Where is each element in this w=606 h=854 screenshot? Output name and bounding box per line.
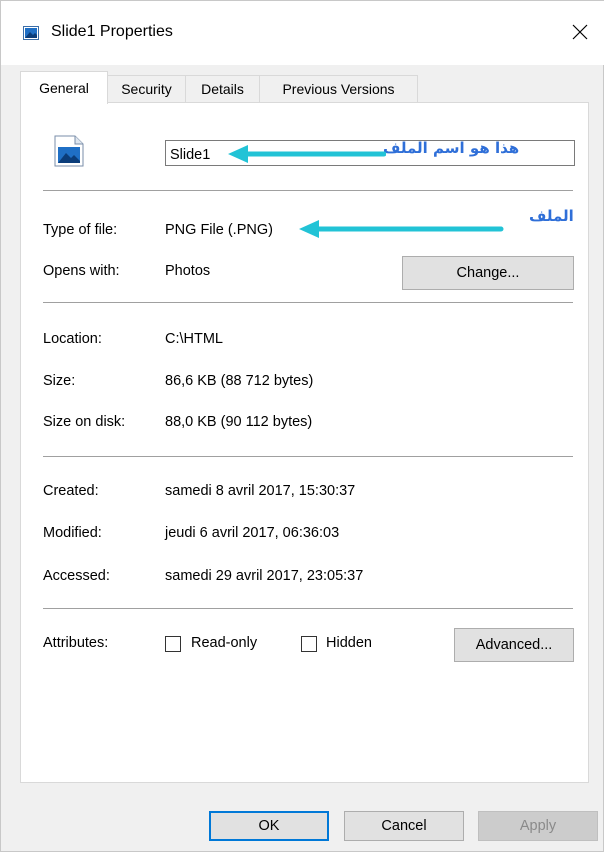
name-annotation: هذا هو اسم الملف: [383, 139, 520, 157]
separator: [43, 302, 573, 303]
properties-dialog: Slide1 Properties General Security Detai…: [0, 0, 605, 852]
modified-value: jeudi 6 avril 2017, 06:36:03: [165, 525, 340, 541]
hidden-checkbox[interactable]: [301, 636, 317, 652]
created-value: samedi 8 avril 2017, 15:30:37: [165, 483, 356, 499]
separator: [43, 190, 573, 191]
accessed-label: Accessed:: [43, 568, 110, 584]
opens-with-value: Photos: [165, 263, 211, 279]
modified-label: Modified:: [43, 525, 102, 541]
size-value: 86,6 KB (88 712 bytes): [165, 373, 314, 389]
tab-details[interactable]: Details: [185, 75, 260, 102]
size-on-disk-label: Size on disk:: [43, 414, 126, 430]
change-button[interactable]: Change...: [402, 256, 574, 290]
tab-previous-versions[interactable]: Previous Versions: [259, 75, 418, 102]
title-bar: Slide1 Properties: [1, 1, 605, 65]
advanced-button[interactable]: Advanced...: [454, 628, 574, 662]
size-label: Size:: [43, 373, 76, 389]
apply-button[interactable]: Apply: [478, 811, 598, 841]
separator: [43, 456, 573, 457]
created-label: Created:: [43, 483, 99, 499]
attributes-label: Attributes:: [43, 635, 109, 651]
type-of-file-value: PNG File (.PNG): [165, 222, 273, 238]
accessed-value: samedi 29 avril 2017, 23:05:37: [165, 568, 364, 584]
size-on-disk-value: 88,0 KB (90 112 bytes): [165, 414, 313, 430]
ok-button[interactable]: OK: [209, 811, 329, 841]
window-title: Slide1 Properties: [51, 23, 173, 40]
separator: [43, 608, 573, 609]
location-value: C:\HTML: [165, 331, 223, 347]
location-label: Location:: [43, 331, 102, 347]
type-of-file-label: Type of file:: [43, 222, 118, 238]
name-arrow-icon: [228, 145, 386, 163]
cancel-button[interactable]: Cancel: [344, 811, 464, 841]
hidden-label: Hidden: [326, 635, 372, 651]
tab-general[interactable]: General: [20, 71, 108, 104]
type-annotation: الملف: [529, 207, 574, 225]
general-panel: هذا هو اسم الملف Type of file: PNG File …: [20, 102, 589, 783]
image-file-icon: [23, 26, 39, 40]
tab-security[interactable]: Security: [107, 75, 186, 102]
readonly-checkbox[interactable]: [165, 636, 181, 652]
readonly-label: Read-only: [191, 635, 258, 651]
image-file-icon: [54, 135, 84, 167]
close-button[interactable]: [559, 11, 601, 53]
opens-with-label: Opens with:: [43, 263, 120, 279]
close-icon: [572, 24, 588, 40]
type-arrow-icon: [299, 220, 504, 238]
